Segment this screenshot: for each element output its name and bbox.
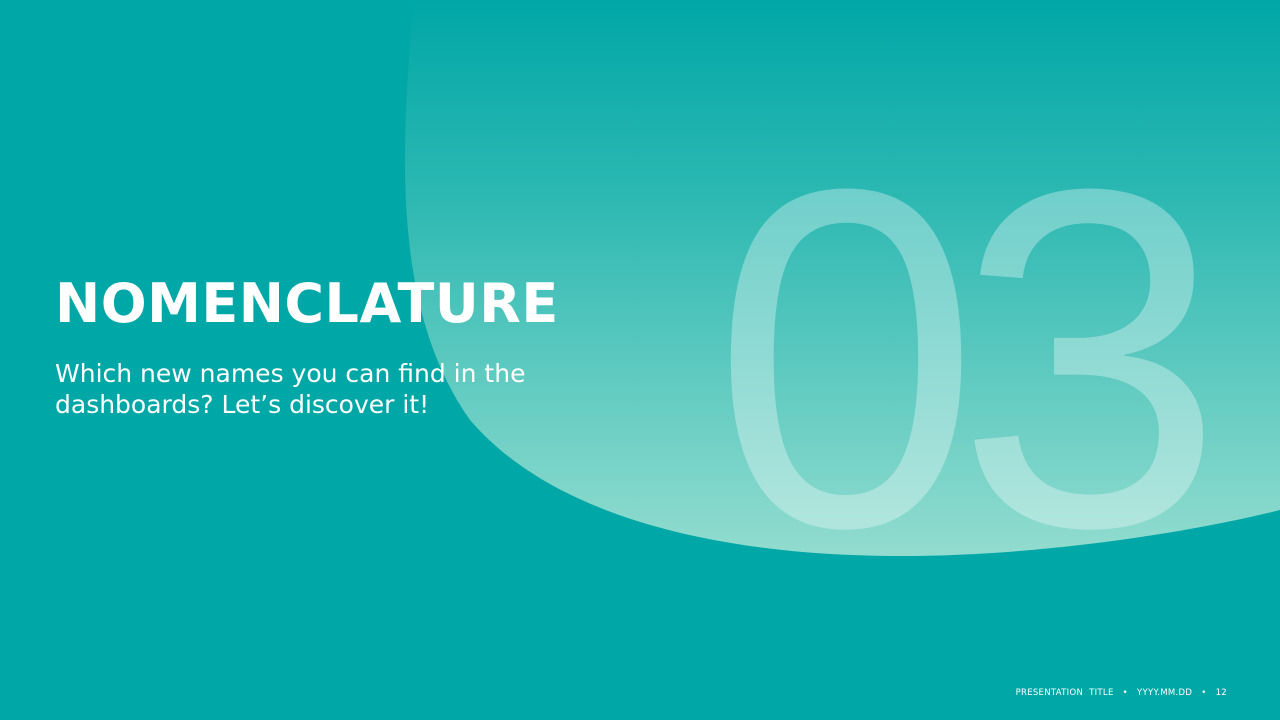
slide-title: NOMENCLATURE — [55, 272, 559, 335]
section-number: 03 — [712, 90, 1224, 628]
footer-separator: • — [1201, 688, 1207, 698]
footer-presentation-title: PRESENTATION TITLE — [1015, 688, 1114, 698]
footer-separator: • — [1122, 688, 1128, 698]
footer-date: YYYY.MM.DD — [1137, 688, 1193, 698]
slide-footer: PRESENTATION TITLE • YYYY.MM.DD • 12 — [1013, 688, 1230, 698]
footer-page-number: 12 — [1215, 688, 1227, 698]
slide-subtitle: Which new names you can find in the dash… — [55, 359, 526, 419]
